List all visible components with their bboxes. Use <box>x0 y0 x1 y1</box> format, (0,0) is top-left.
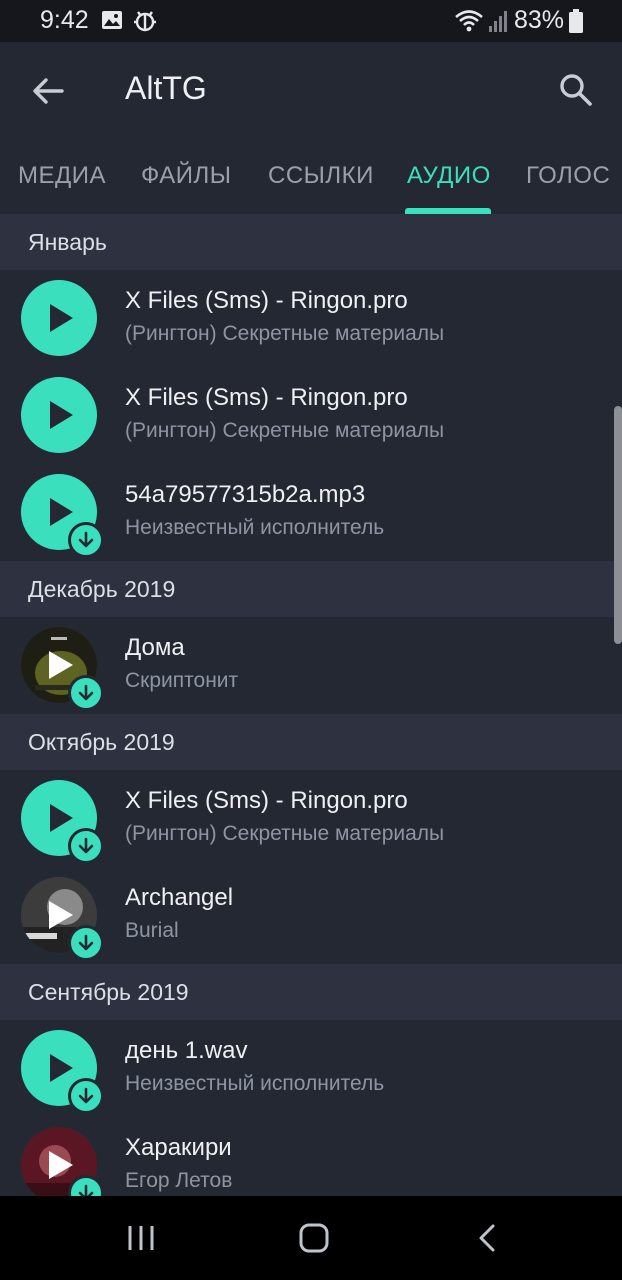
arrow-left-icon <box>33 78 64 104</box>
audio-item[interactable]: X Files (Sms) - Ringon.pro (Рингтон) Сек… <box>0 770 622 867</box>
audio-item[interactable]: X Files (Sms) - Ringon.pro (Рингтон) Сек… <box>0 367 622 464</box>
tab-links[interactable]: ССЫЛКИ <box>268 162 374 190</box>
download-icon <box>78 1087 94 1104</box>
download-icon <box>78 531 94 548</box>
track-title: Дома <box>125 634 185 661</box>
track-artist: (Рингтон) Секретные материалы <box>125 822 445 845</box>
system-nav-bar <box>0 1196 622 1280</box>
track-artist: (Рингтон) Секретные материалы <box>125 419 445 442</box>
back-nav-button[interactable] <box>466 1218 510 1258</box>
track-artist: Егор Летов <box>125 1169 233 1192</box>
track-title: 54a79577315b2a.mp3 <box>125 481 366 508</box>
track-artist: (Рингтон) Секретные материалы <box>125 322 445 345</box>
search-icon <box>560 74 592 106</box>
download-button[interactable] <box>68 1078 104 1114</box>
tab-bar: МЕДИА ФАЙЛЫ ССЫЛКИ АУДИО ГОЛОС <box>0 154 622 214</box>
track-title: Харакири <box>125 1134 232 1161</box>
track-title: Archangel <box>125 884 234 911</box>
scrollbar-thumb[interactable] <box>614 406 622 644</box>
section-header: Октябрь 2019 <box>0 714 622 770</box>
track-title: X Files (Sms) - Ringon.pro <box>125 287 408 314</box>
download-icon <box>78 684 94 701</box>
section-header: Сентябрь 2019 <box>0 964 622 1020</box>
app-bar: AltTG МЕДИА ФАЙЛЫ ССЫЛКИ АУДИО ГОЛОС <box>0 42 622 214</box>
download-button[interactable] <box>68 925 104 961</box>
audio-item[interactable]: Archangel Burial <box>0 867 622 964</box>
track-title: день 1.wav <box>125 1037 248 1064</box>
play-icon <box>50 304 73 332</box>
home-button[interactable] <box>292 1218 336 1258</box>
track-artist: Неизвестный исполнитель <box>125 516 385 539</box>
search-button[interactable] <box>552 66 600 114</box>
section-header: Январь <box>0 214 622 270</box>
track-title: X Files (Sms) - Ringon.pro <box>125 787 408 814</box>
section-header: Декабрь 2019 <box>0 561 622 617</box>
download-button[interactable] <box>68 828 104 864</box>
battery-percentage: 83% <box>513 6 564 34</box>
track-artist: Неизвестный исполнитель <box>125 1072 385 1095</box>
audio-item[interactable]: 54a79577315b2a.mp3 Неизвестный исполните… <box>0 464 622 561</box>
download-icon <box>78 1184 94 1196</box>
track-title: X Files (Sms) - Ringon.pro <box>125 384 408 411</box>
download-icon <box>78 837 94 854</box>
track-artist: Burial <box>125 919 179 942</box>
download-icon <box>78 934 94 951</box>
audio-item[interactable]: Дома Скриптонит <box>0 617 622 714</box>
bug-icon <box>132 8 158 39</box>
track-artist: Скриптонит <box>125 669 239 692</box>
audio-list[interactable]: Январь X Files (Sms) - Ringon.pro (Рингт… <box>0 214 622 1196</box>
status-bar: 9:42 83% <box>0 0 622 42</box>
back-button[interactable] <box>22 70 74 112</box>
battery-icon <box>568 8 584 39</box>
play-icon <box>50 401 73 429</box>
tab-files[interactable]: ФАЙЛЫ <box>141 162 231 190</box>
page-title: AltTG <box>125 70 207 106</box>
play-button[interactable] <box>21 280 97 356</box>
tab-audio[interactable]: АУДИО <box>407 162 491 190</box>
download-button[interactable] <box>68 675 104 711</box>
play-button[interactable] <box>21 377 97 453</box>
status-time: 9:42 <box>40 6 89 34</box>
recent-apps-icon <box>128 1226 154 1250</box>
tab-voice[interactable]: ГОЛОС <box>526 162 610 190</box>
audio-item[interactable]: день 1.wav Неизвестный исполнитель <box>0 1020 622 1117</box>
audio-item[interactable]: Харакири Егор Летов <box>0 1117 622 1196</box>
signal-icon <box>488 8 510 39</box>
download-button[interactable] <box>68 522 104 558</box>
audio-item[interactable]: X Files (Sms) - Ringon.pro (Рингтон) Сек… <box>0 270 622 367</box>
image-icon <box>100 8 124 37</box>
tab-media[interactable]: МЕДИА <box>18 162 106 190</box>
home-icon <box>299 1223 329 1253</box>
recent-apps-button[interactable] <box>119 1218 163 1258</box>
wifi-icon <box>454 8 484 39</box>
back-nav-icon <box>479 1224 495 1252</box>
